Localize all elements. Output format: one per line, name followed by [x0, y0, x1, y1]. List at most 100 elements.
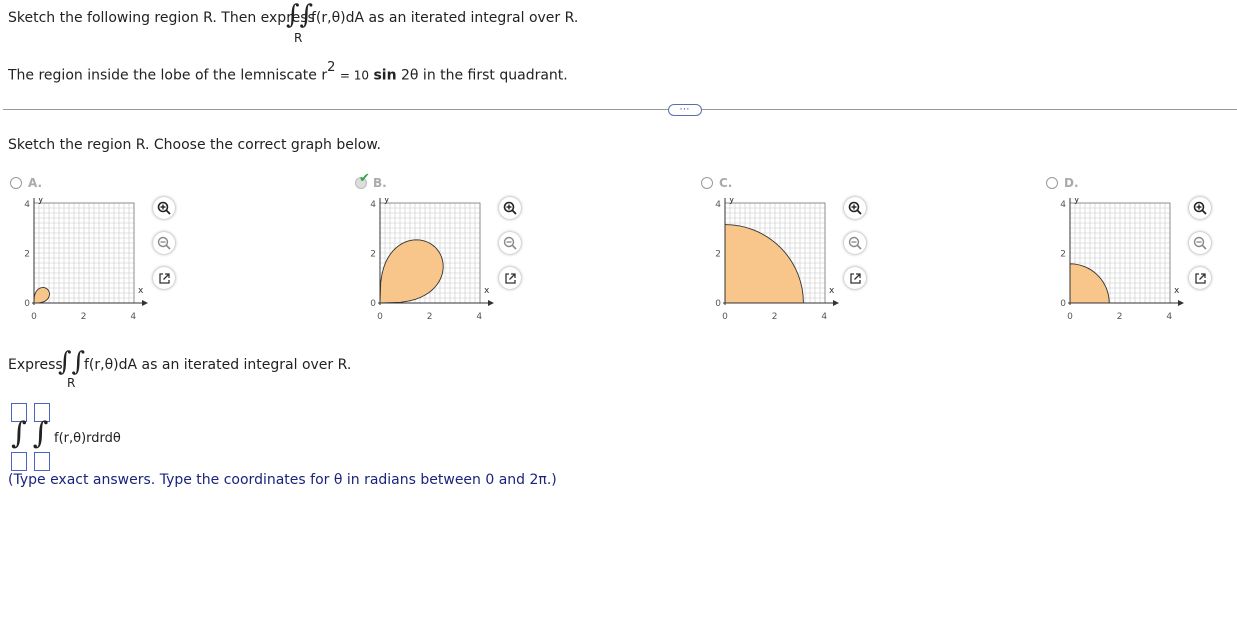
correct-check-icon: ✔	[359, 171, 370, 186]
zoom-out-icon	[1193, 236, 1207, 250]
region-shape	[1069, 263, 1110, 304]
x-axis-label: x	[484, 286, 490, 296]
zoom-in-button[interactable]	[499, 197, 521, 219]
option-d-radio[interactable]	[1046, 177, 1058, 189]
popout-button[interactable]	[844, 267, 866, 289]
x-axis-arrow	[142, 300, 148, 306]
y-axis-label: y	[38, 198, 44, 205]
x-tick-label: 4	[821, 312, 827, 322]
x-axis-label: x	[1174, 286, 1180, 296]
x-axis-label: x	[829, 286, 835, 296]
zoom-in-icon	[157, 201, 171, 215]
y-tick-label: 2	[370, 249, 376, 259]
answer-hint: (Type exact answers. Type the coordinate…	[8, 472, 557, 488]
y-tick-label: 0	[24, 299, 30, 309]
express-before-text: Express	[8, 357, 63, 373]
option-a-radio[interactable]	[10, 177, 22, 189]
popout-icon	[504, 272, 517, 285]
y-tick-label: 4	[370, 200, 376, 210]
popout-button[interactable]	[153, 267, 175, 289]
popout-button[interactable]	[1189, 267, 1211, 289]
y-axis-label: y	[1074, 198, 1080, 205]
x-tick-label: 4	[476, 312, 482, 322]
zoom-in-button[interactable]	[1189, 197, 1211, 219]
x-tick-label: 2	[427, 312, 433, 322]
y-axis-label: y	[384, 198, 390, 205]
option-a-label: A.	[28, 176, 43, 190]
x-axis-arrow	[833, 300, 839, 306]
y-tick-label: 4	[1060, 200, 1066, 210]
option-d-graph: 0 2 4 0 2 4 x y	[1060, 198, 1184, 322]
express-after-text: f(r,θ)dA as an iterated integral over R.	[84, 357, 352, 373]
equation-mid: = 10	[339, 68, 369, 83]
zoom-out-icon	[157, 236, 171, 250]
zoom-out-button[interactable]	[1189, 232, 1211, 254]
y-tick-label: 4	[24, 200, 30, 210]
y-tick-label: 2	[24, 249, 30, 259]
option-d[interactable]: D.	[1046, 176, 1079, 190]
x-tick-label: 0	[31, 312, 37, 322]
question-intro: Sketch the following region R. Then expr…	[8, 10, 315, 26]
option-c[interactable]: C.	[701, 176, 732, 190]
double-integral-symbol: ∫∫	[286, 0, 314, 30]
intro-before-text: Sketch the following region R. Then expr…	[8, 10, 315, 26]
region-shape	[33, 287, 50, 304]
zoom-in-button[interactable]	[844, 197, 866, 219]
option-c-label: C.	[719, 176, 733, 190]
express-region-letter: R	[67, 376, 76, 390]
x-tick-label: 4	[130, 312, 136, 322]
y-tick-label: 2	[715, 249, 721, 259]
y-tick-label: 2	[1060, 249, 1066, 259]
x-axis-arrow	[1178, 300, 1184, 306]
x-tick-label: 2	[1117, 312, 1123, 322]
exponent: 2	[327, 60, 336, 75]
option-c-radio[interactable]	[701, 177, 713, 189]
sin-word: sin	[373, 67, 397, 84]
option-d-label: D.	[1064, 176, 1079, 190]
zoom-in-button[interactable]	[153, 197, 175, 219]
y-tick-label: 0	[1060, 299, 1066, 309]
zoom-out-button[interactable]	[499, 232, 521, 254]
popout-icon	[1194, 272, 1207, 285]
option-a-graph: 0 2 4 0 2 4 x y	[24, 198, 148, 322]
outer-lower-limit-input[interactable]	[11, 452, 27, 471]
equation-end: 2θ in the first quadrant.	[401, 67, 568, 84]
popout-icon	[158, 272, 171, 285]
express-double-integral-symbol: ∫∫	[58, 347, 86, 377]
option-a[interactable]: A.	[10, 176, 42, 190]
option-b-label: B.	[373, 176, 387, 190]
y-tick-label: 4	[715, 200, 721, 210]
zoom-in-icon	[1193, 201, 1207, 215]
zoom-out-icon	[503, 236, 517, 250]
y-tick-label: 0	[715, 299, 721, 309]
integrand-text: f(r,θ)rdrdθ	[54, 431, 121, 446]
option-c-graph: 0 2 4 0 2 4 x y	[715, 198, 839, 322]
zoom-out-icon	[848, 236, 862, 250]
y-tick-label: 0	[370, 299, 376, 309]
zoom-in-icon	[848, 201, 862, 215]
y-axis-label: y	[729, 198, 735, 205]
x-tick-label: 0	[377, 312, 383, 322]
x-tick-label: 0	[1067, 312, 1073, 322]
option-b[interactable]: ✔ B.	[355, 171, 387, 190]
option-b-graph: 0 2 4 0 2 4 x y	[370, 198, 494, 322]
zoom-out-button[interactable]	[153, 232, 175, 254]
inner-lower-limit-input[interactable]	[34, 452, 50, 471]
divider	[3, 109, 1237, 110]
more-button[interactable]: ⋯	[668, 104, 702, 116]
region-shape	[379, 239, 444, 304]
zoom-out-button[interactable]	[844, 232, 866, 254]
intro-after-text: f(r,θ)dA as an iterated integral over R.	[311, 10, 579, 26]
x-tick-label: 4	[1166, 312, 1172, 322]
region-prefix: The region inside the lobe of the lemnis…	[8, 67, 328, 84]
region-description: The region inside the lobe of the lemnis…	[8, 60, 568, 84]
popout-icon	[849, 272, 862, 285]
x-axis-arrow	[488, 300, 494, 306]
part1-prompt: Sketch the region R. Choose the correct …	[8, 137, 381, 153]
region-shape	[724, 224, 804, 304]
integral-region-letter: R	[294, 31, 303, 45]
popout-button[interactable]	[499, 267, 521, 289]
iterated-integral-symbols: ∫∫	[11, 416, 55, 451]
x-tick-label: 2	[772, 312, 778, 322]
x-tick-label: 2	[81, 312, 87, 322]
